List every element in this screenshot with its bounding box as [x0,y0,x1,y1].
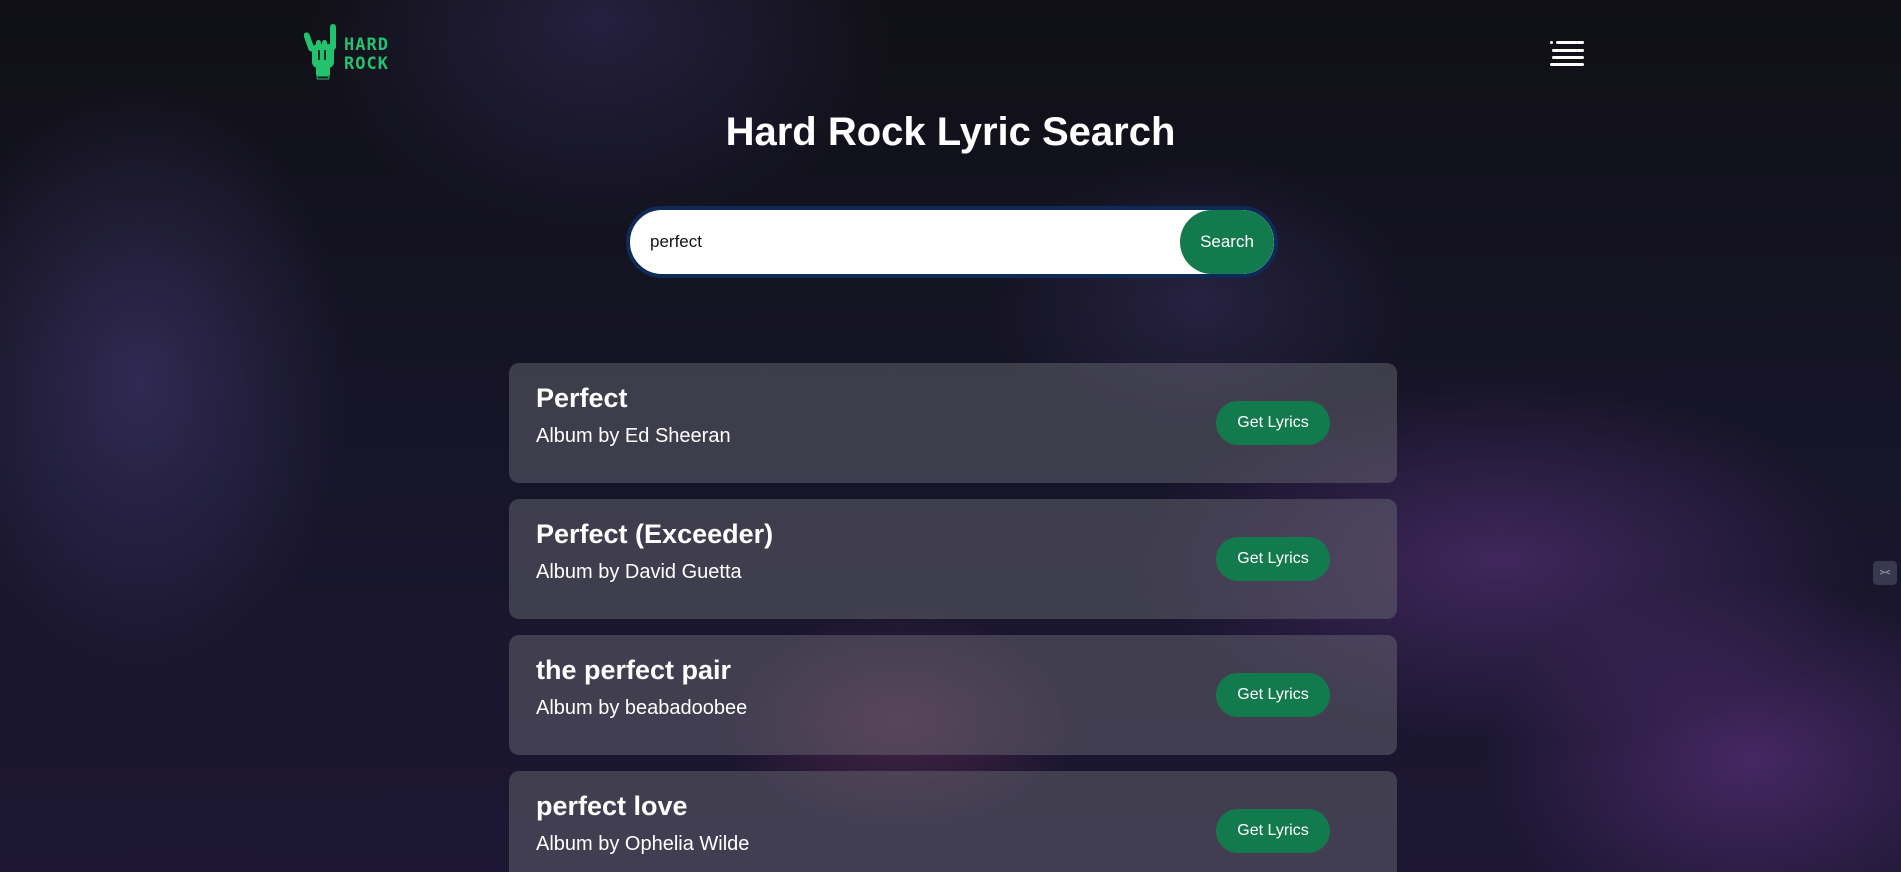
get-lyrics-button[interactable]: Get Lyrics [1216,537,1330,581]
artist-line: Album by Ed Sheeran [536,425,731,447]
result-card: the perfect pair Album by beabadoobee Ge… [509,635,1397,755]
page: HARD ROCK Hard Rock Lyric Search Search … [0,0,1901,872]
search-button[interactable]: Search [1180,210,1274,274]
get-lyrics-button[interactable]: Get Lyrics [1216,401,1330,445]
get-lyrics-button[interactable]: Get Lyrics [1216,673,1330,717]
artist-line: Album by David Guetta [536,561,742,583]
logo-text: HARD ROCK [344,34,394,74]
search-bar: Search [626,206,1278,278]
song-title: perfect love [536,791,688,821]
get-lyrics-button[interactable]: Get Lyrics [1216,809,1330,853]
rock-hand-icon [303,22,340,87]
song-title: the perfect pair [536,655,732,685]
logo-text-line2: ROCK [344,53,389,74]
song-title: Perfect [536,383,628,413]
artist-line: Album by Ophelia Wilde [536,833,750,855]
hamburger-menu-icon[interactable] [1550,40,1584,66]
results-list: Perfect Album by Ed Sheeran Get Lyrics P… [509,363,1397,872]
page-title: Hard Rock Lyric Search [725,110,1176,154]
result-card: Perfect Album by Ed Sheeran Get Lyrics [509,363,1397,483]
result-card: perfect love Album by Ophelia Wilde Get … [509,771,1397,872]
logo[interactable]: HARD ROCK [303,22,394,87]
search-input[interactable] [650,210,1160,274]
logo-text-line1: HARD [344,34,389,55]
artist-line: Album by beabadoobee [536,697,748,719]
result-card: Perfect (Exceeder) Album by David Guetta… [509,499,1397,619]
side-widget-icon[interactable]: >< [1873,561,1897,585]
song-title: Perfect (Exceeder) [536,519,774,549]
